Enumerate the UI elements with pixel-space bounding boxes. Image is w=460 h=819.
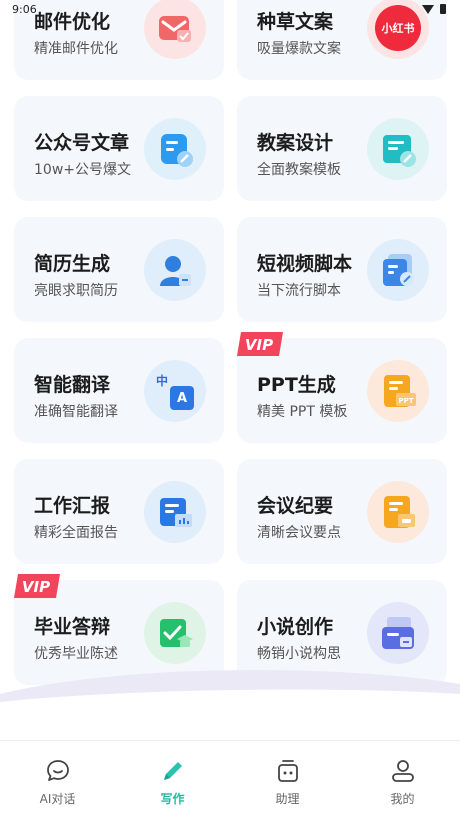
writing-tools-scroll-area[interactable]: 邮件优化 精准邮件优化 种草文案 吸量爆款文案 小红书 公众号文章 10w+公号… <box>0 0 460 740</box>
card-subtitle: 优秀毕业陈述 <box>34 646 118 662</box>
status-bar: 9:06 <box>0 0 460 20</box>
card-video-script[interactable]: 短视频脚本 当下流行脚本 <box>237 217 447 322</box>
translate-target-char: A <box>176 390 188 406</box>
battery-icon <box>440 4 446 14</box>
assistant-icon <box>274 757 302 785</box>
vip-badge: VIP <box>14 574 60 598</box>
card-title: 毕业答辩 <box>34 616 111 638</box>
meeting-notes-icon <box>367 481 429 543</box>
tab-assistant[interactable]: 助理 <box>230 741 345 819</box>
card-title: 短视频脚本 <box>257 253 353 275</box>
resume-icon <box>144 239 206 301</box>
lesson-plan-icon <box>367 118 429 180</box>
card-subtitle: 畅销小说构思 <box>257 646 341 662</box>
pen-icon <box>159 757 187 785</box>
card-lesson-plan[interactable]: 教案设计 全面教案模板 <box>237 96 447 201</box>
novel-icon <box>367 602 429 664</box>
card-title: 教案设计 <box>257 132 334 154</box>
card-subtitle: 精美 PPT 模板 <box>257 404 348 420</box>
tab-profile[interactable]: 我的 <box>345 741 460 819</box>
card-translate[interactable]: 智能翻译 准确智能翻译 中 A <box>14 338 224 443</box>
tab-label: AI对话 <box>39 792 76 806</box>
card-title: 会议纪要 <box>257 495 334 517</box>
xiaohongshu-logo-text: 小红书 <box>381 22 415 35</box>
tab-label: 写作 <box>160 792 185 806</box>
card-title: 简历生成 <box>34 253 111 275</box>
tab-label: 助理 <box>275 792 300 806</box>
card-resume[interactable]: 简历生成 亮眼求职简历 <box>14 217 224 322</box>
svg-text:VIP: VIP <box>245 336 273 354</box>
decorative-wave <box>0 670 460 704</box>
tab-writing[interactable]: 写作 <box>115 741 230 819</box>
svg-text:VIP: VIP <box>22 578 50 596</box>
card-subtitle: 当下流行脚本 <box>257 283 341 299</box>
card-ppt-generate[interactable]: VIP PPT生成 精美 PPT 模板 PPT <box>237 332 447 443</box>
card-subtitle: 清晰会议要点 <box>257 525 341 541</box>
card-subtitle: 亮眼求职简历 <box>34 283 118 299</box>
article-icon <box>144 118 206 180</box>
tab-label: 我的 <box>390 792 415 806</box>
card-subtitle: 精准邮件优化 <box>34 41 118 57</box>
card-meeting-notes[interactable]: 会议纪要 清晰会议要点 <box>237 459 447 564</box>
card-title: 智能翻译 <box>34 374 111 396</box>
card-title: 公众号文章 <box>34 132 130 154</box>
card-subtitle: 精彩全面报告 <box>34 525 118 541</box>
bottom-tab-bar: AI对话 写作 助理 我的 <box>0 740 460 819</box>
translate-source-char: 中 <box>156 374 169 388</box>
card-title: 小说创作 <box>257 616 334 638</box>
video-script-icon <box>367 239 429 301</box>
graduation-icon <box>144 602 206 664</box>
card-subtitle: 10w+公号爆文 <box>34 162 131 178</box>
card-work-report[interactable]: 工作汇报 精彩全面报告 <box>14 459 224 564</box>
chat-icon <box>44 757 72 785</box>
card-wechat-article[interactable]: 公众号文章 10w+公号爆文 <box>14 96 224 201</box>
wifi-icon <box>422 4 434 14</box>
card-title: 工作汇报 <box>34 495 111 517</box>
translate-icon: 中 A <box>144 360 206 422</box>
card-subtitle: 全面教案模板 <box>257 162 341 178</box>
report-icon <box>144 481 206 543</box>
svg-text:PPT: PPT <box>398 397 413 405</box>
card-subtitle: 吸量爆款文案 <box>257 41 341 57</box>
card-subtitle: 准确智能翻译 <box>34 404 118 420</box>
vip-badge: VIP <box>237 332 283 356</box>
tab-ai-chat[interactable]: AI对话 <box>0 741 115 819</box>
card-title: PPT生成 <box>257 374 336 396</box>
status-time: 9:06 <box>12 3 37 16</box>
profile-icon <box>389 757 417 785</box>
ppt-icon: PPT <box>367 360 429 422</box>
writing-tools-grid: 邮件优化 精准邮件优化 种草文案 吸量爆款文案 小红书 公众号文章 10w+公号… <box>14 0 447 685</box>
